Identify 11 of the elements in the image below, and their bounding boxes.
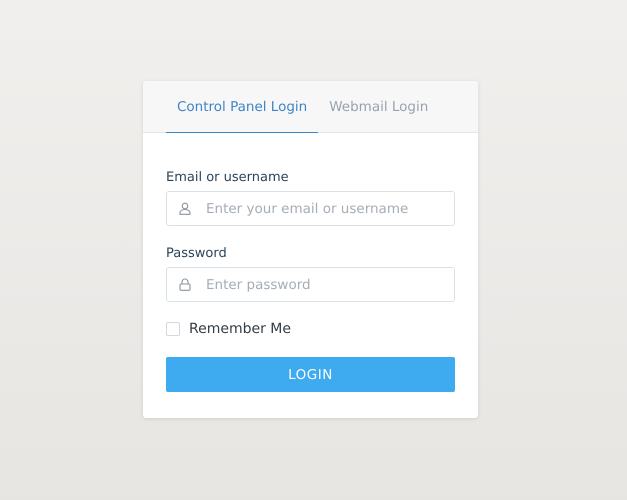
lock-icon xyxy=(179,278,191,291)
field-label: Password xyxy=(166,246,228,261)
login-button[interactable]: LOGIN xyxy=(166,357,455,392)
input-field[interactable]: Enter password xyxy=(166,267,455,302)
user-icon xyxy=(179,202,191,215)
remember-label: Remember Me xyxy=(189,321,291,337)
field-label: Email or username xyxy=(166,170,290,185)
input-field[interactable]: Enter your email or username xyxy=(166,191,455,226)
remember-checkbox[interactable] xyxy=(166,322,180,336)
tab[interactable]: Webmail Login xyxy=(318,81,440,133)
tab[interactable]: Control Panel Login xyxy=(166,81,318,133)
